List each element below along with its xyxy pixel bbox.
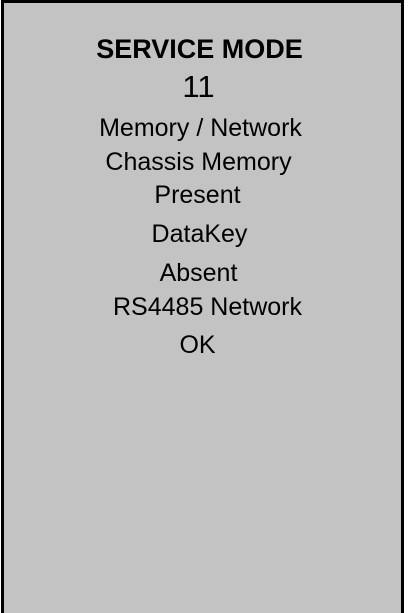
datakey-status: Absent bbox=[159, 259, 238, 287]
service-display: SERVICE MODE 11 Memory / Network Chassis… bbox=[1, 0, 404, 613]
service-mode-title: SERVICE MODE bbox=[96, 34, 303, 64]
rs4485-network-label: RS4485 Network bbox=[113, 293, 302, 321]
menu-heading-memory-network: Memory / Network bbox=[99, 114, 302, 142]
service-mode-number: 11 bbox=[182, 69, 215, 104]
datakey-label: DataKey bbox=[151, 220, 248, 248]
rs4485-network-status: OK bbox=[179, 331, 216, 359]
chassis-memory-label: Chassis Memory bbox=[105, 148, 292, 176]
chassis-memory-status: Present bbox=[154, 181, 241, 209]
